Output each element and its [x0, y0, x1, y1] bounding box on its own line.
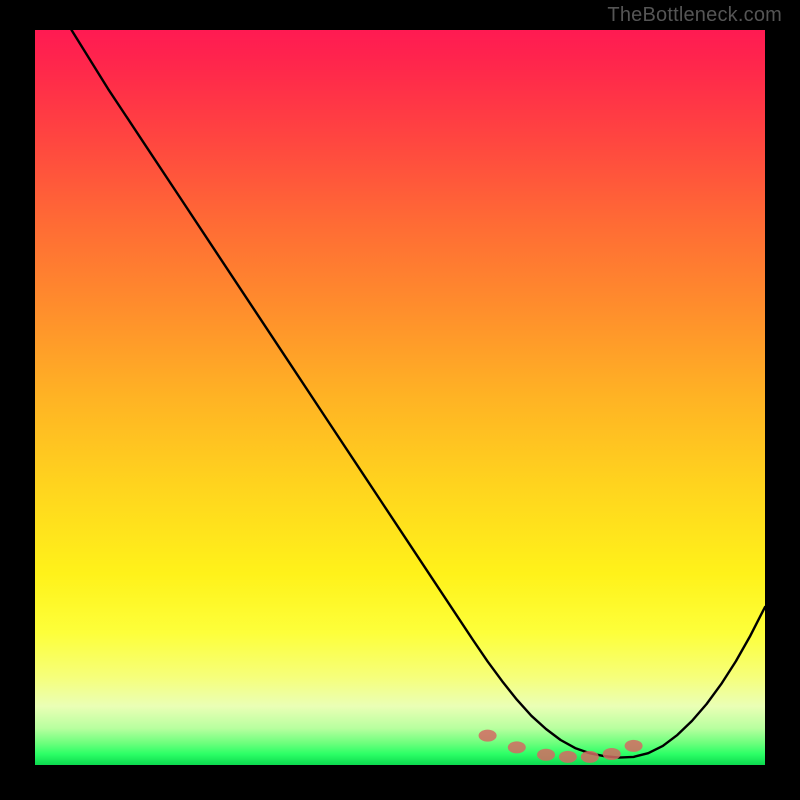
highlight-dots	[479, 730, 643, 763]
highlight-dot	[559, 751, 577, 763]
highlight-dot	[508, 741, 526, 753]
bottleneck-curve	[72, 30, 766, 758]
highlight-dot	[537, 749, 555, 761]
highlight-dot	[625, 740, 643, 752]
highlight-dot	[479, 730, 497, 742]
highlight-dot	[581, 751, 599, 763]
curve-layer	[35, 30, 765, 765]
gradient-plot-area	[35, 30, 765, 765]
chart-stage: TheBottleneck.com	[0, 0, 800, 800]
watermark-text: TheBottleneck.com	[607, 4, 782, 27]
highlight-dot	[603, 748, 621, 760]
